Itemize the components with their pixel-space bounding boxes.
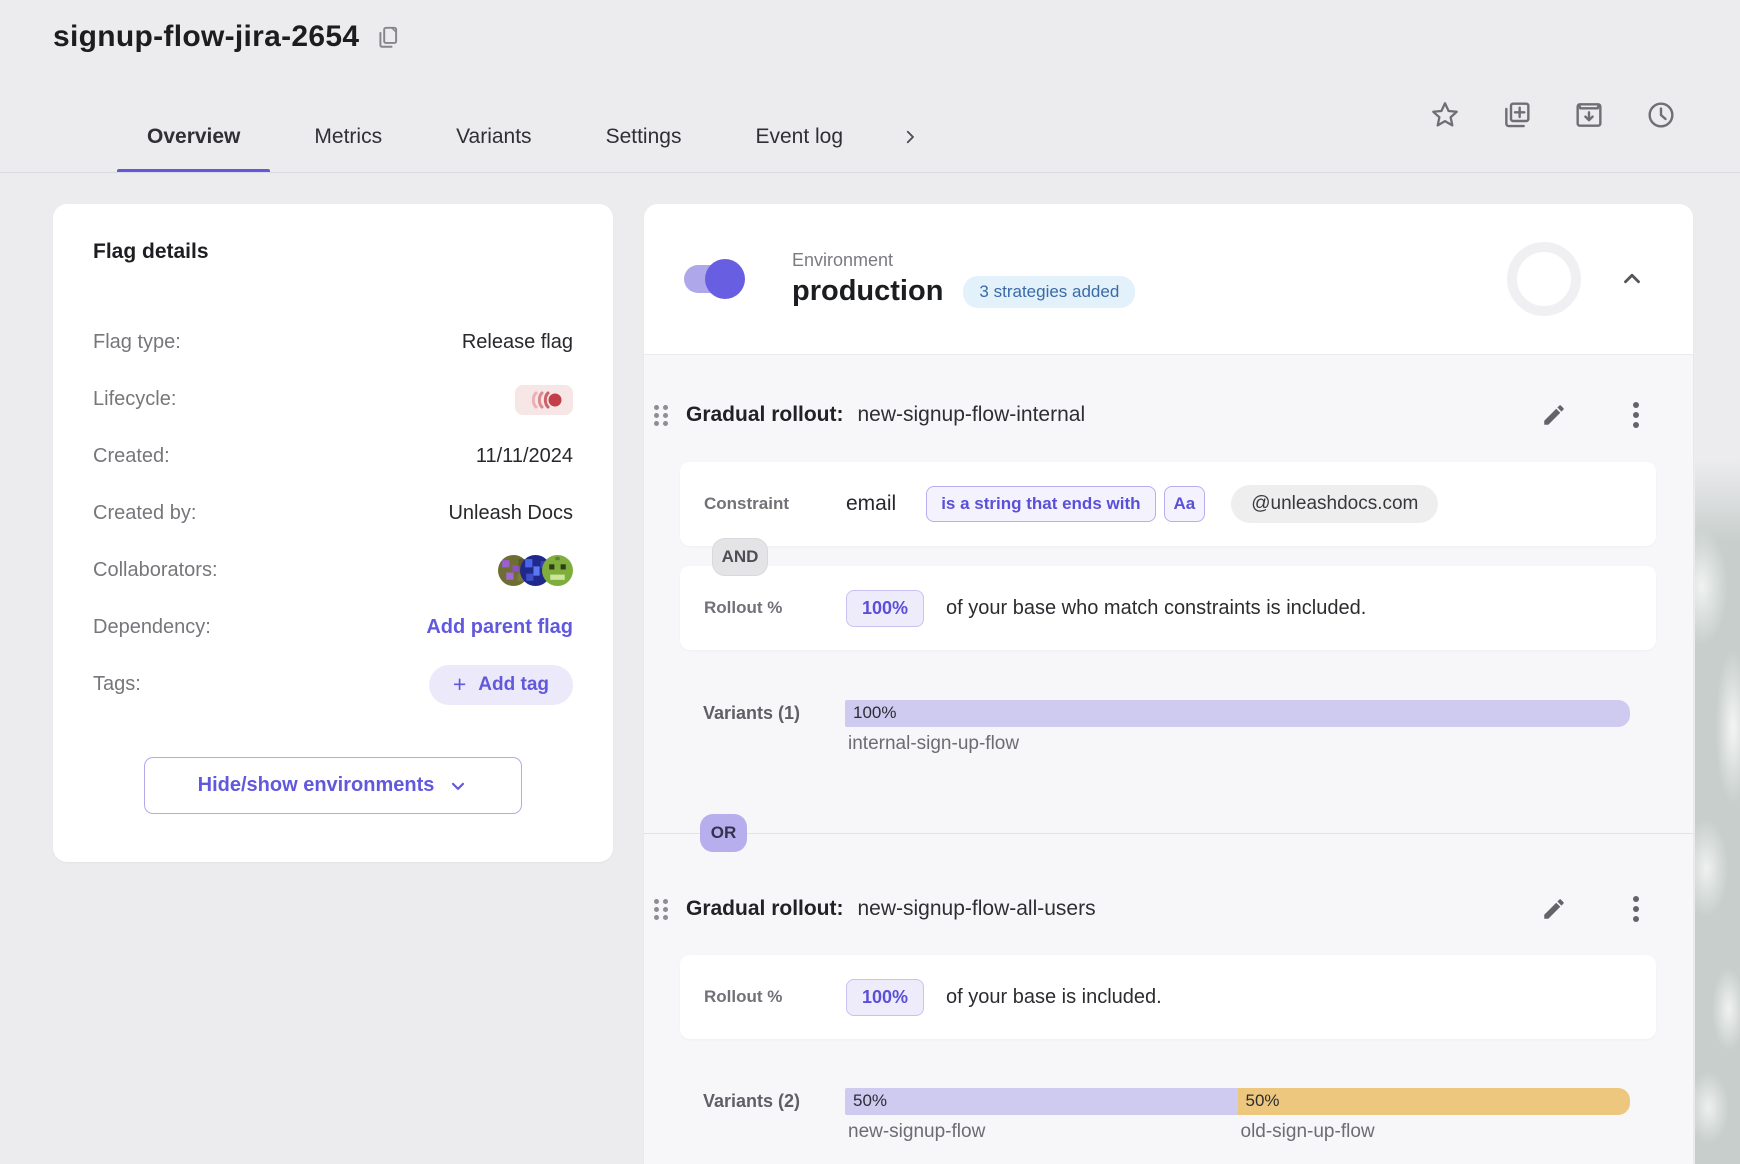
variant-segment: 100% [845, 700, 1630, 727]
tab-overview[interactable]: Overview [117, 100, 270, 173]
favorite-star-icon[interactable] [1426, 96, 1464, 134]
add-parent-flag-link[interactable]: Add parent flag [426, 616, 573, 639]
strategy-2-name: new-signup-flow-all-users [858, 897, 1096, 921]
variants-section-1: Variants (1) 100% internal-sign-up-flow [703, 700, 1630, 755]
rollout-box-1: Rollout % 100% of your base who match co… [680, 566, 1656, 650]
header-actions [1426, 96, 1680, 134]
and-joiner-chip: AND [712, 538, 768, 576]
created-by-label: Created by: [93, 502, 196, 525]
collaborators-row: Collaborators: [93, 542, 573, 599]
tabs-overflow-chevron-icon[interactable] [887, 100, 933, 173]
rollout-label: Rollout % [704, 987, 846, 1007]
constraint-operator-pill: is a string that ends with [926, 486, 1155, 522]
strategy-menu-kebab-icon[interactable] [1619, 398, 1653, 432]
add-tag-label: Add tag [478, 674, 549, 696]
strategies-count-badge: 3 strategies added [963, 276, 1135, 308]
rollout-label: Rollout % [704, 598, 846, 618]
strategy-divider [644, 833, 1693, 834]
created-value: 11/11/2024 [476, 445, 573, 468]
environment-card: Environment production 3 strategies adde… [644, 204, 1693, 1164]
chevron-up-icon [1619, 266, 1645, 292]
tab-settings[interactable]: Settings [576, 100, 712, 173]
metrics-ring [1507, 242, 1581, 316]
page-title: signup-flow-jira-2654 [53, 20, 359, 54]
flag-type-label: Flag type: [93, 331, 181, 354]
collaborators-label: Collaborators: [93, 559, 218, 582]
variant-name: internal-sign-up-flow [845, 733, 1630, 755]
constraint-box: Constraint email is a string that ends w… [680, 462, 1656, 546]
rollout-percentage-badge: 100% [846, 590, 924, 627]
flag-details-card: Flag details Flag type: Release flag Lif… [53, 204, 613, 862]
chevron-down-icon [448, 776, 468, 796]
tab-variants[interactable]: Variants [426, 100, 561, 173]
variant-segment: 50% [845, 1088, 1238, 1115]
strategy-1-name: new-signup-flow-internal [858, 403, 1086, 427]
constraint-label: Constraint [704, 494, 846, 514]
variants-section-2: Variants (2) 50% 50% new-signup-flow old… [703, 1088, 1630, 1143]
environment-label: Environment [792, 250, 1135, 271]
edit-strategy-icon[interactable] [1537, 398, 1571, 432]
flag-tabs: Overview Metrics Variants Settings Event… [117, 100, 933, 173]
lifecycle-label: Lifecycle: [93, 388, 176, 411]
decorative-wave-pattern [1695, 460, 1740, 1164]
variant-segment: 50% [1238, 1088, 1631, 1115]
dependency-row: Dependency: Add parent flag [93, 599, 573, 656]
add-tag-button[interactable]: + Add tag [429, 665, 573, 705]
flag-type-row: Flag type: Release flag [93, 314, 573, 371]
constraint-field: email [846, 492, 896, 516]
strategy-1-header: Gradual rollout: new-signup-flow-interna… [654, 390, 1653, 440]
tab-metrics[interactable]: Metrics [284, 100, 412, 173]
case-sensitive-chip: Aa [1164, 486, 1206, 522]
created-row: Created: 11/11/2024 [93, 428, 573, 485]
drag-handle-icon[interactable] [654, 899, 668, 920]
strategy-menu-kebab-icon[interactable] [1619, 892, 1653, 926]
environment-name: production [792, 275, 943, 308]
or-joiner-chip: OR [700, 814, 747, 852]
variants-bar: 100% [845, 700, 1630, 727]
rollout-description: of your base who match constraints is in… [946, 597, 1366, 620]
rollout-description: of your base is included. [946, 986, 1162, 1009]
created-label: Created: [93, 445, 170, 468]
environment-header: Environment production 3 strategies adde… [644, 204, 1693, 355]
strategy-1-type: Gradual rollout: [686, 403, 844, 427]
clone-flag-icon[interactable] [1498, 96, 1536, 134]
avatar [542, 555, 573, 586]
tabs-divider [0, 172, 1740, 173]
variants-bar: 50% 50% [845, 1088, 1630, 1115]
variant-name: old-sign-up-flow [1238, 1121, 1631, 1143]
rollout-box-2: Rollout % 100% of your base is included. [680, 955, 1656, 1039]
variants-label: Variants (1) [703, 700, 845, 724]
tags-row: Tags: + Add tag [93, 656, 573, 713]
rollout-percentage-badge: 100% [846, 979, 924, 1016]
tags-label: Tags: [93, 673, 141, 696]
variants-label: Variants (2) [703, 1088, 845, 1112]
toggle-knob [705, 259, 745, 299]
constraint-value-pill: @unleashdocs.com [1231, 485, 1438, 523]
flag-details-heading: Flag details [93, 240, 573, 264]
archive-flag-icon[interactable] [1570, 96, 1608, 134]
collaborator-avatars[interactable] [498, 555, 573, 586]
lifecycle-completed-icon[interactable] [515, 385, 573, 415]
edit-strategy-icon[interactable] [1537, 892, 1571, 926]
tab-event-log[interactable]: Event log [725, 100, 873, 173]
history-clock-icon[interactable] [1642, 96, 1680, 134]
hide-show-environments-label: Hide/show environments [198, 774, 435, 797]
copy-flag-name-icon[interactable] [375, 24, 401, 50]
collapse-environment-button[interactable] [1619, 266, 1645, 292]
plus-icon: + [453, 673, 466, 696]
dependency-label: Dependency: [93, 616, 211, 639]
page-header: signup-flow-jira-2654 [53, 20, 401, 54]
flag-type-value: Release flag [462, 331, 573, 354]
strategy-2-type: Gradual rollout: [686, 897, 844, 921]
strategy-2-header: Gradual rollout: new-signup-flow-all-use… [654, 884, 1653, 934]
environment-toggle[interactable] [684, 264, 742, 294]
drag-handle-icon[interactable] [654, 405, 668, 426]
created-by-value: Unleash Docs [448, 502, 573, 525]
hide-show-environments-button[interactable]: Hide/show environments [144, 757, 522, 814]
created-by-row: Created by: Unleash Docs [93, 485, 573, 542]
variant-name: new-signup-flow [845, 1121, 1238, 1143]
lifecycle-row: Lifecycle: [93, 371, 573, 428]
